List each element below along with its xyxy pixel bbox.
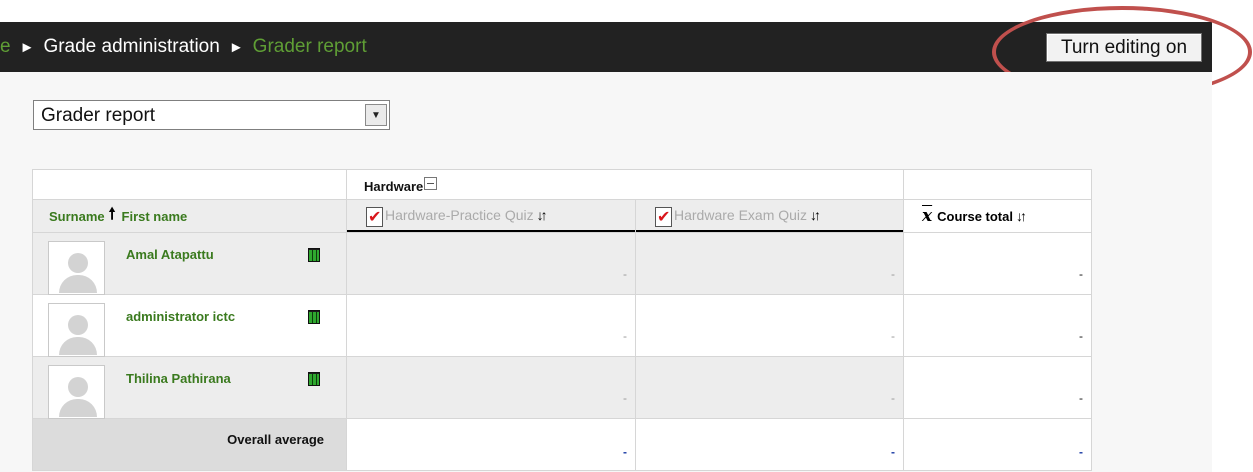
average-value: - <box>1079 445 1083 459</box>
grade-cell: - <box>635 356 904 419</box>
total-value: - <box>1079 267 1083 281</box>
grade-cell: - <box>346 356 636 419</box>
sort-up-icon: 🠕 <box>108 205 116 223</box>
empty-header-cell <box>903 169 1092 200</box>
quiz1-header: Hardware-Practice Quiz ↓↑ <box>346 199 636 233</box>
sort-toggle-icon[interactable]: ↓↑ <box>1016 208 1027 224</box>
average-value: - <box>891 445 895 459</box>
select-arrow-icon[interactable]: ▼ <box>365 104 387 126</box>
turn-editing-on-button[interactable]: Turn editing on <box>1046 33 1202 62</box>
user-report-icon[interactable] <box>307 248 320 262</box>
overall-average-row: Overall average - - - <box>32 418 1092 471</box>
total-cell: - <box>903 232 1092 295</box>
breadcrumb: e ► Grade administration ► Grader report <box>0 22 367 72</box>
total-value: - <box>1079 329 1083 343</box>
surname-sort-link[interactable]: Surname <box>49 209 105 224</box>
average-cell: - <box>635 418 904 471</box>
student-cell: Amal Atapattu <box>32 232 291 295</box>
grade-value: - <box>623 329 627 343</box>
mean-icon: x <box>922 206 933 226</box>
user-report-cell <box>290 232 347 295</box>
breadcrumb-course[interactable]: e <box>0 36 11 58</box>
student-name-link[interactable]: Thilina Pathirana <box>126 371 231 386</box>
grade-value: - <box>891 391 895 405</box>
default-avatar-icon <box>48 365 105 419</box>
user-report-cell <box>290 294 347 357</box>
course-total-header: x Course total ↓↑ <box>903 199 1092 233</box>
report-type-select[interactable]: Grader report ▼ <box>33 100 390 130</box>
sort-toggle-icon[interactable]: ↓↑ <box>537 207 548 223</box>
quiz2-header: Hardware Exam Quiz ↓↑ <box>635 199 904 233</box>
student-name-link[interactable]: Amal Atapattu <box>126 247 214 262</box>
name-sort-header: Surname 🠕 First name <box>32 199 347 233</box>
breadcrumb-grader-report[interactable]: Grader report <box>253 36 367 58</box>
table-row: administrator ictc - - - <box>32 294 1092 357</box>
user-report-icon[interactable] <box>307 310 320 324</box>
grade-cell: - <box>346 294 636 357</box>
first-name-sort-link[interactable]: First name <box>122 209 188 224</box>
average-cell: - <box>903 418 1092 471</box>
grade-value: - <box>891 267 895 281</box>
average-cell: - <box>346 418 636 471</box>
grade-value: - <box>891 329 895 343</box>
grader-table: Hardware Surname 🠕 First name Hardware-P… <box>32 169 1092 471</box>
user-report-icon[interactable] <box>307 372 320 386</box>
grade-cell: - <box>346 232 636 295</box>
student-name-link[interactable]: administrator ictc <box>126 309 235 324</box>
top-navbar: e ► Grade administration ► Grader report… <box>0 22 1212 72</box>
course-total-label: Course total <box>937 208 1013 224</box>
grade-cell: - <box>635 294 904 357</box>
breadcrumb-separator-icon: ► <box>19 38 35 56</box>
user-report-cell <box>290 356 347 419</box>
breadcrumb-separator-icon: ► <box>228 38 244 56</box>
collapse-icon[interactable] <box>424 177 438 190</box>
table-row: Amal Atapattu - - - <box>32 232 1092 295</box>
grade-value: - <box>623 391 627 405</box>
default-avatar-icon <box>48 303 105 357</box>
quiz1-link[interactable]: Hardware-Practice Quiz <box>385 207 534 223</box>
table-row: Thilina Pathirana - - - <box>32 356 1092 419</box>
empty-header-cell <box>32 169 347 200</box>
total-cell: - <box>903 356 1092 419</box>
main-content: Grader report ▼ Hardware Surname 🠕 First… <box>0 72 1212 472</box>
grade-cell: - <box>635 232 904 295</box>
quiz2-link[interactable]: Hardware Exam Quiz <box>674 207 807 223</box>
student-cell: Thilina Pathirana <box>32 356 291 419</box>
grade-value: - <box>623 267 627 281</box>
report-type-selected: Grader report <box>41 105 156 126</box>
breadcrumb-grade-administration: Grade administration <box>43 36 220 57</box>
average-value: - <box>623 445 627 459</box>
default-avatar-icon <box>48 241 105 295</box>
category-header: Hardware <box>346 169 904 200</box>
category-name: Hardware <box>364 179 424 194</box>
student-cell: administrator ictc <box>32 294 291 357</box>
quiz-icon <box>655 207 672 228</box>
quiz-icon <box>366 207 383 228</box>
sort-toggle-icon[interactable]: ↓↑ <box>810 207 821 223</box>
overall-average-label: Overall average <box>227 432 324 447</box>
overall-average-cell: Overall average <box>32 418 347 471</box>
total-cell: - <box>903 294 1092 357</box>
total-value: - <box>1079 391 1083 405</box>
